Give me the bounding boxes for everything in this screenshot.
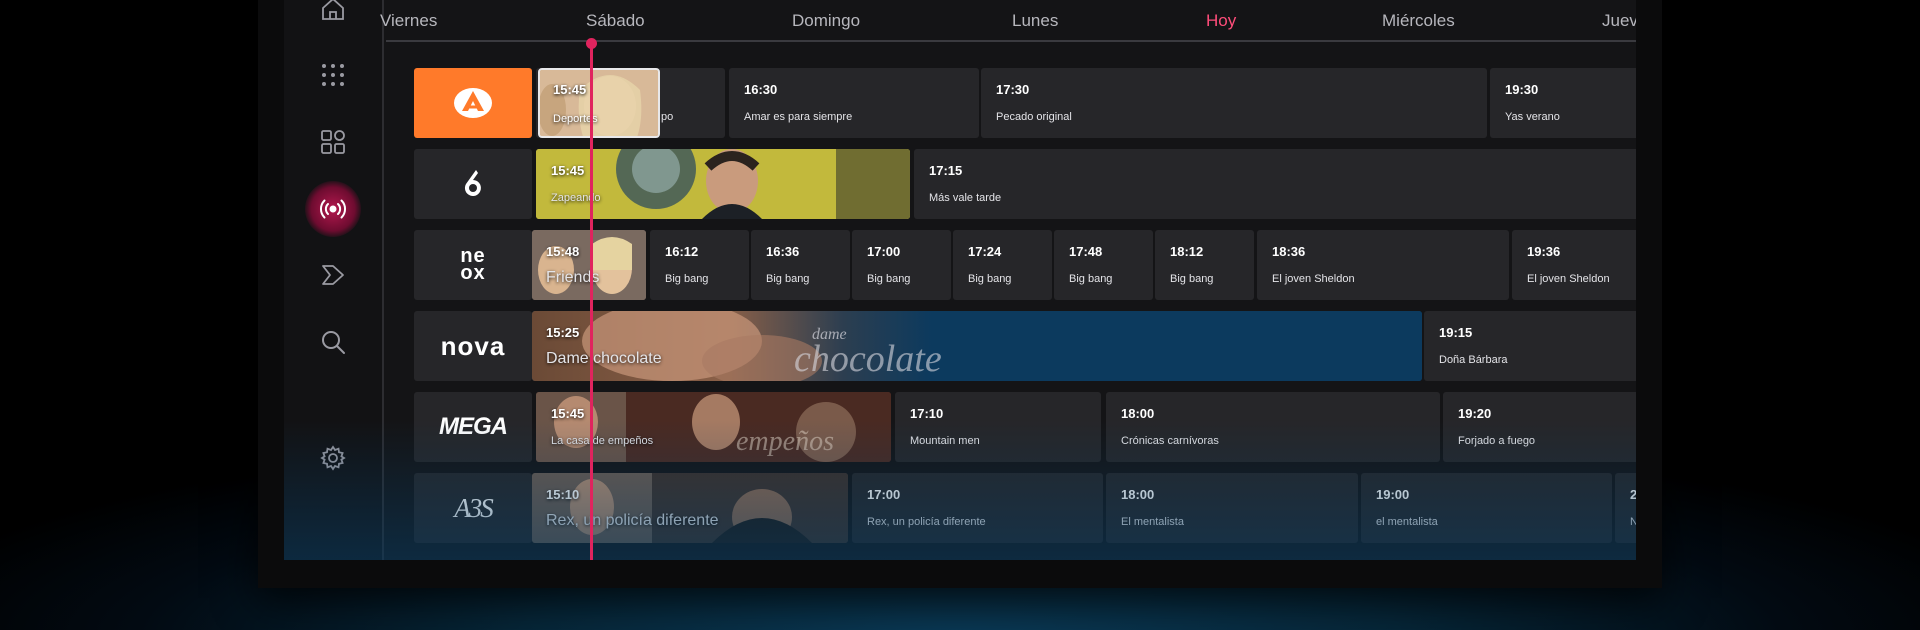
channel-logo-nova[interactable]: nova — [414, 311, 532, 381]
antena3-logo-icon — [454, 88, 492, 118]
program-thumbnail — [532, 230, 646, 300]
channel-logo-lasexta[interactable] — [414, 149, 532, 219]
day-tab-viernes[interactable]: Viernes — [380, 11, 437, 31]
program-card[interactable]: 18:36 El joven Sheldon — [1257, 230, 1509, 300]
program-thumbnail — [532, 473, 848, 543]
day-tab-sabado[interactable]: Sábado — [586, 11, 645, 31]
program-card[interactable]: 17:30 Pecado original — [981, 68, 1487, 138]
program-card[interactable]: 19:20 Forjado a fuego — [1443, 392, 1636, 462]
day-tab-miercoles[interactable]: Miércoles — [1382, 11, 1455, 31]
nova-logo-text: nova — [440, 330, 506, 361]
program-card[interactable]: 18:12 Big bang — [1155, 230, 1254, 300]
channel-row-lasexta: 15:45 Zapeando 17:15 Más vale tarde — [284, 149, 1636, 219]
day-selector: Viernes Sábado Domingo Lunes Hoy Miércol… — [380, 0, 1636, 42]
program-card[interactable]: 19:36 El joven Sheldon — [1512, 230, 1636, 300]
program-card[interactable]: 15:48 Friends — [532, 230, 646, 300]
current-time-line — [590, 42, 593, 560]
channel-logo-mega[interactable]: MEGA — [414, 392, 532, 462]
channel-row-neox: ne ox 15:48 Friends 16:12 Big bang 16:36… — [284, 230, 1636, 300]
program-card[interactable]: 16:36 Big bang — [751, 230, 850, 300]
program-card[interactable]: 17:00 Rex, un policía diferente — [852, 473, 1103, 543]
program-card[interactable]: 18:00 El mentalista — [1106, 473, 1358, 543]
day-tab-jueves[interactable]: Jueves — [1602, 11, 1636, 31]
nova-art-large: chocolate — [794, 338, 942, 380]
day-tab-lunes[interactable]: Lunes — [1012, 11, 1058, 31]
a3s-logo-text: A3S — [454, 492, 493, 523]
program-card[interactable]: 17:00 Big bang — [852, 230, 951, 300]
program-card[interactable]: 15:10 Rex, un policía diferente — [532, 473, 848, 543]
home-icon[interactable] — [310, 0, 356, 32]
program-card-focused[interactable]: 15:45 Deportes — [538, 68, 660, 138]
neox-logo-text: ne ox — [460, 245, 486, 284]
program-card[interactable]: 17:24 Big bang — [953, 230, 1052, 300]
program-thumbnail: dame chocolate — [532, 311, 1422, 381]
program-card[interactable]: 19:15 Doña Bárbara — [1424, 311, 1636, 381]
channel-row-antena3: po 15:45 Deportes 16:30 Amar es para sie… — [284, 68, 1636, 138]
channel-row-nova: nova dame chocolate 15:25 Dame chocolate… — [284, 311, 1636, 381]
program-card[interactable]: 18:00 Crónicas carnívoras — [1106, 392, 1440, 462]
mega-logo-text: MEGA — [439, 413, 508, 440]
channel-logo-a3s[interactable]: A3S — [414, 473, 532, 543]
program-card[interactable]: 19:30 Yas verano — [1490, 68, 1636, 138]
mega-art: empeños — [736, 426, 834, 457]
program-card[interactable]: 2 N — [1615, 473, 1636, 543]
channel-logo-antena3[interactable] — [414, 68, 532, 138]
program-card[interactable]: 16:12 Big bang — [650, 230, 749, 300]
day-tab-domingo[interactable]: Domingo — [792, 11, 860, 31]
lasexta-logo-icon — [464, 170, 481, 196]
program-card[interactable]: 17:10 Mountain men — [895, 392, 1101, 462]
day-tab-hoy[interactable]: Hoy — [1191, 2, 1263, 38]
program-thumbnail — [540, 70, 658, 136]
channel-logo-neox[interactable]: ne ox — [414, 230, 532, 300]
program-card[interactable]: 16:30 Amar es para siempre — [729, 68, 979, 138]
current-time-marker — [586, 38, 597, 49]
epg-screen: Viernes Sábado Domingo Lunes Hoy Miércol… — [284, 0, 1636, 560]
program-card[interactable]: 17:48 Big bang — [1054, 230, 1153, 300]
program-card[interactable]: 19:00 el mentalista — [1361, 473, 1612, 543]
program-card[interactable]: 17:15 Más vale tarde — [914, 149, 1636, 219]
channel-row-a3s: A3S 15:10 Rex, un policía diferente 17:0… — [284, 473, 1636, 543]
channel-row-mega: MEGA empeños 15:45 La casa de empeños 17… — [284, 392, 1636, 462]
program-card[interactable]: dame chocolate 15:25 Dame chocolate — [532, 311, 1422, 381]
